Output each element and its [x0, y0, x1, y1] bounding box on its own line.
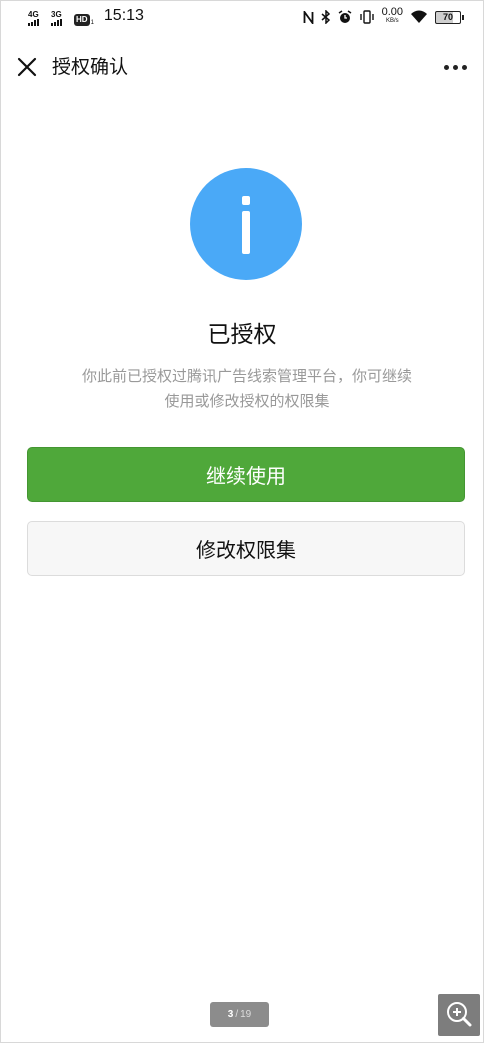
hd-voice-badge: HD 1 — [74, 14, 94, 26]
nfc-icon — [303, 10, 313, 24]
signal-bars-icon — [28, 19, 39, 26]
hd-sub-label: 1 — [90, 20, 94, 26]
signal-bars-icon — [51, 19, 62, 26]
close-icon — [17, 57, 37, 77]
bluetooth-icon — [321, 10, 330, 24]
page-separator: / — [235, 1009, 239, 1020]
more-icon-dot — [443, 64, 449, 70]
more-icon-dot — [461, 64, 467, 70]
more-icon-dot — [452, 64, 458, 70]
network-speed: 0.00 KB/s — [381, 6, 403, 26]
hd-label: HD — [74, 14, 90, 26]
page-total: 19 — [240, 1009, 252, 1020]
vibrate-icon — [359, 10, 374, 24]
status-bar-left: 4G 3G HD 1 15:13 — [28, 6, 144, 26]
speed-unit: KB/s — [385, 18, 399, 24]
zoom-in-icon — [447, 1002, 472, 1027]
signal-3g-label: 3G — [51, 10, 62, 19]
battery-tip — [462, 14, 464, 20]
description-line-1: 你此前已授权过腾讯广告线索管理平台，你可继续 — [81, 367, 412, 385]
modify-permissions-button[interactable]: 修改权限集 — [27, 521, 465, 576]
alarm-icon — [338, 10, 351, 23]
status-bar: 4G 3G HD 1 15:13 0.00 KB/s 70 — [0, 0, 484, 36]
battery-icon: 70 — [435, 10, 464, 24]
page-indicator: 3 / 19 — [210, 1002, 269, 1027]
close-button[interactable] — [14, 54, 40, 80]
info-icon — [190, 168, 302, 280]
info-icon-stem — [242, 211, 250, 254]
status-title: 已授权 — [207, 322, 277, 348]
wifi-icon — [411, 10, 427, 23]
signal-4g: 4G — [28, 11, 45, 26]
zoom-in-button[interactable] — [438, 994, 480, 1036]
more-options-button[interactable] — [440, 56, 470, 78]
nav-bar: 授权确认 — [0, 44, 484, 88]
page-title: 授权确认 — [52, 56, 129, 78]
status-bar-right: 0.00 KB/s 70 — [303, 6, 464, 26]
signal-4g-label: 4G — [28, 10, 39, 19]
clock: 15:13 — [103, 7, 144, 24]
description-line-2: 使用或修改授权的权限集 — [164, 392, 330, 410]
page-current: 3 — [227, 1009, 234, 1020]
status-description: 你此前已授权过腾讯广告线索管理平台，你可继续 使用或修改授权的权限集 — [52, 364, 442, 414]
signal-3g: 3G — [51, 11, 68, 26]
continue-button[interactable]: 继续使用 — [27, 447, 465, 502]
speed-value: 0.00 — [381, 6, 403, 18]
battery-level: 70 — [435, 10, 461, 24]
info-icon-dot — [242, 196, 250, 205]
